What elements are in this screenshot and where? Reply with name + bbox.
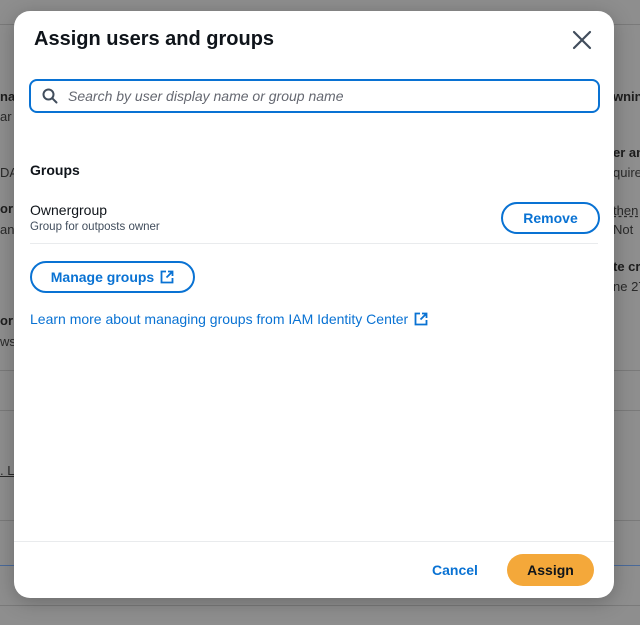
assign-users-groups-modal: Assign users and groups Groups Ownergrou… [14,11,614,598]
background-text: quire [613,165,640,180]
search-input[interactable] [66,87,590,105]
learn-more-label: Learn more about managing groups from IA… [30,311,409,327]
background-text: or [0,313,13,328]
external-link-icon [160,270,174,284]
background-text: ne 27 [613,279,640,294]
search-icon [42,88,58,104]
background-text: Not [613,222,634,237]
divider [30,243,598,244]
assign-button[interactable]: Assign [507,554,594,586]
background-text: wning [613,89,640,104]
remove-group-button[interactable]: Remove [501,202,600,234]
modal-title: Assign users and groups [34,28,275,50]
background-text: er an [613,145,640,160]
footer-divider [14,541,614,542]
background-text: then [613,203,639,218]
background-text: or [0,201,13,216]
cancel-button[interactable]: Cancel [422,556,488,584]
background-text: te cr [613,259,640,274]
manage-groups-button[interactable]: Manage groups [30,261,195,293]
groups-heading: Groups [30,162,80,178]
learn-more-link[interactable]: Learn more about managing groups from IA… [30,311,428,327]
background-text: ar [0,109,12,124]
group-name: Ownergroup [30,202,108,218]
group-description: Group for outposts owner [30,221,160,233]
manage-groups-label: Manage groups [50,269,155,285]
close-button[interactable] [567,25,597,55]
background-text: an [0,222,15,237]
background-text: na [0,89,16,104]
external-link-icon [414,312,428,326]
search-field [29,79,600,113]
close-icon [572,30,592,50]
background-divider [0,605,640,606]
